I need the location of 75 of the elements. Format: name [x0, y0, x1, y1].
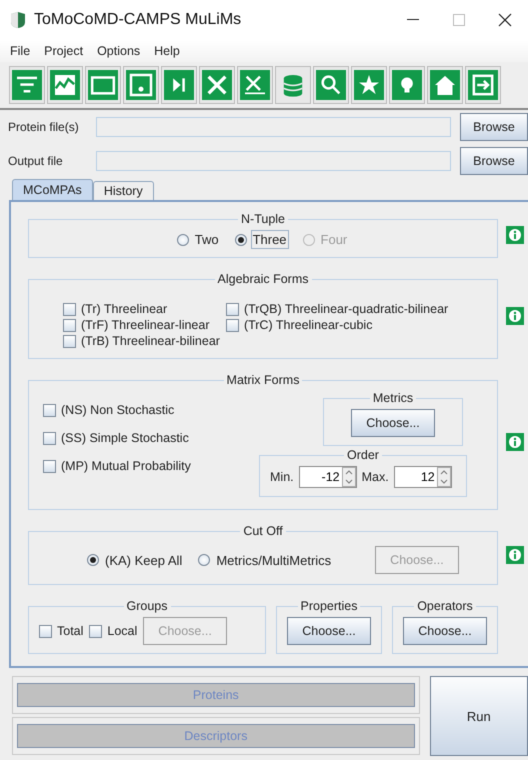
toolbar-button[interactable] [85, 66, 121, 104]
search-icon [316, 70, 346, 100]
radio-option[interactable]: Two [176, 230, 221, 249]
group-title: N-Tuple [240, 212, 286, 226]
window-title: ToMoCoMD-CAMPS MuLiMs [34, 11, 242, 29]
toolbar-button[interactable] [351, 66, 387, 104]
number-spinner[interactable]: -12 [298, 466, 357, 488]
minimize-icon[interactable] [407, 19, 419, 21]
group-title: Operators [416, 599, 474, 613]
info-icon[interactable] [506, 546, 524, 564]
group-title: Matrix Forms [226, 373, 300, 387]
checkbox-option[interactable]: (Tr) Threelinear [63, 302, 220, 316]
checkbox-option[interactable]: (TrC) Threelinear-cubic [226, 318, 448, 332]
file-path-field[interactable] [96, 151, 451, 171]
menu-item[interactable]: Project [44, 44, 84, 58]
min-label: Min. [270, 470, 294, 484]
home-icon [430, 70, 460, 100]
choose-button[interactable]: Choose... [287, 617, 371, 645]
checkbox-option[interactable]: (NS) Non Stochastic [43, 403, 191, 417]
number-spinner[interactable]: 12 [394, 466, 452, 488]
checkbox-option[interactable]: Total [39, 624, 84, 638]
chart-icon [50, 70, 80, 100]
close-icon[interactable] [498, 13, 512, 27]
save-icon [126, 70, 156, 100]
maximize-icon[interactable] [453, 14, 465, 26]
group-title: Algebraic Forms [216, 272, 310, 286]
spinner-arrows-icon[interactable] [436, 467, 451, 487]
checkbox-option[interactable]: (TrF) Threelinear-linear [63, 318, 220, 332]
toolbar-button[interactable] [123, 66, 159, 104]
menu-item[interactable]: Help [154, 44, 180, 58]
menu-item[interactable]: File [10, 44, 30, 58]
app-icon [10, 11, 26, 29]
toolbar-button[interactable] [237, 66, 273, 104]
spinner-arrows-icon[interactable] [342, 467, 356, 487]
group-title: Order [346, 448, 380, 462]
group-title: Groups [126, 599, 168, 613]
checkbox-option[interactable]: (TrB) Threelinear-bilinear [63, 334, 220, 348]
file-path-field[interactable] [96, 117, 451, 137]
info-icon[interactable] [506, 306, 524, 324]
toolbar-button[interactable] [465, 66, 501, 104]
folder-icon [88, 70, 118, 100]
skip-icon [164, 70, 194, 100]
toolbar-button[interactable] [47, 66, 83, 104]
toolbar-button[interactable] [313, 66, 349, 104]
browse-button[interactable]: Browse [460, 113, 528, 141]
toolbar-button[interactable] [389, 66, 425, 104]
group-title: Metrics [372, 391, 414, 405]
filter-icon [12, 70, 42, 100]
tab[interactable]: History [92, 181, 154, 200]
checkbox-option[interactable]: (SS) Simple Stochastic [43, 431, 191, 445]
checkbox-option[interactable]: (TrQB) Threelinear-quadratic-bilinear [226, 302, 448, 316]
run-button[interactable]: Run [430, 676, 528, 756]
choose-button[interactable]: Choose... [403, 617, 487, 645]
group-title: Properties [300, 599, 358, 613]
toolbar-button[interactable] [161, 66, 197, 104]
info-icon[interactable] [506, 226, 524, 244]
menu-item[interactable]: Options [97, 44, 140, 58]
toolbar-button[interactable] [427, 66, 463, 104]
choose-button[interactable]: Choose... [351, 409, 435, 437]
exit-icon [468, 70, 498, 100]
info-icon[interactable] [506, 432, 524, 450]
checkbox-option[interactable]: Local [89, 624, 138, 638]
group-title: Cut Off [242, 524, 284, 538]
checkbox-option[interactable]: (MP) Mutual Probability [43, 459, 191, 473]
max-label: Max. [362, 470, 389, 484]
radio-option[interactable]: Metrics/MultiMetrics [198, 550, 334, 570]
toolbar-button[interactable] [275, 66, 311, 104]
tab[interactable]: MCoMPAs [12, 179, 93, 200]
lightbulb-icon [392, 70, 422, 100]
radio-option[interactable]: (KA) Keep All [87, 550, 184, 570]
toolbar-button[interactable] [9, 66, 45, 104]
toolbar-button[interactable] [199, 66, 235, 104]
field-label: Output file [8, 154, 64, 168]
field-label: Protein file(s) [8, 120, 80, 134]
browse-button[interactable]: Browse [460, 147, 528, 175]
